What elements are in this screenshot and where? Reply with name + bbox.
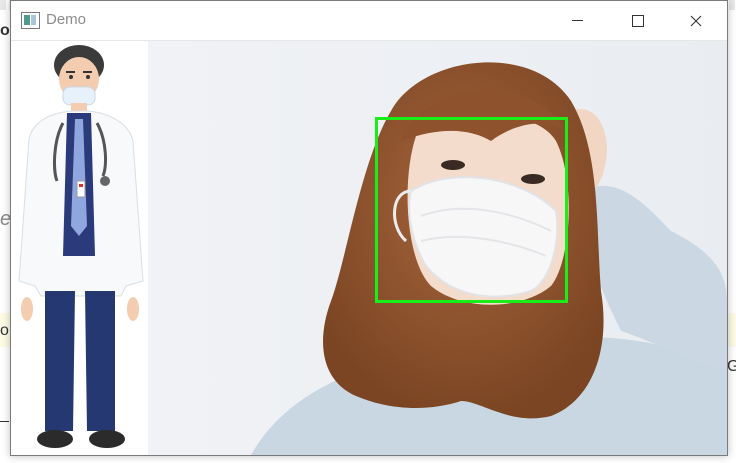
- window-title: Demo: [46, 11, 87, 28]
- doctor-illustration: [18, 45, 144, 448]
- doctor-illustration-panel: [11, 41, 148, 455]
- close-button[interactable]: [673, 1, 719, 40]
- demo-window[interactable]: Demo: [10, 0, 728, 456]
- minimize-button[interactable]: [554, 1, 600, 40]
- video-frame: [11, 41, 727, 455]
- background-text-fragment: G: [727, 358, 736, 375]
- close-icon: [690, 15, 702, 26]
- background-text-fragment: _: [0, 406, 9, 423]
- app-icon: [21, 12, 40, 29]
- background-highlight: [727, 313, 736, 347]
- minimize-icon: [571, 20, 583, 21]
- face-detection-box: [375, 117, 568, 303]
- background-text-fragment: o: [0, 22, 10, 39]
- background-text-fragment: o: [0, 322, 9, 339]
- title-bar[interactable]: Demo: [11, 1, 727, 41]
- maximize-button[interactable]: [615, 1, 661, 40]
- maximize-icon: [632, 14, 644, 27]
